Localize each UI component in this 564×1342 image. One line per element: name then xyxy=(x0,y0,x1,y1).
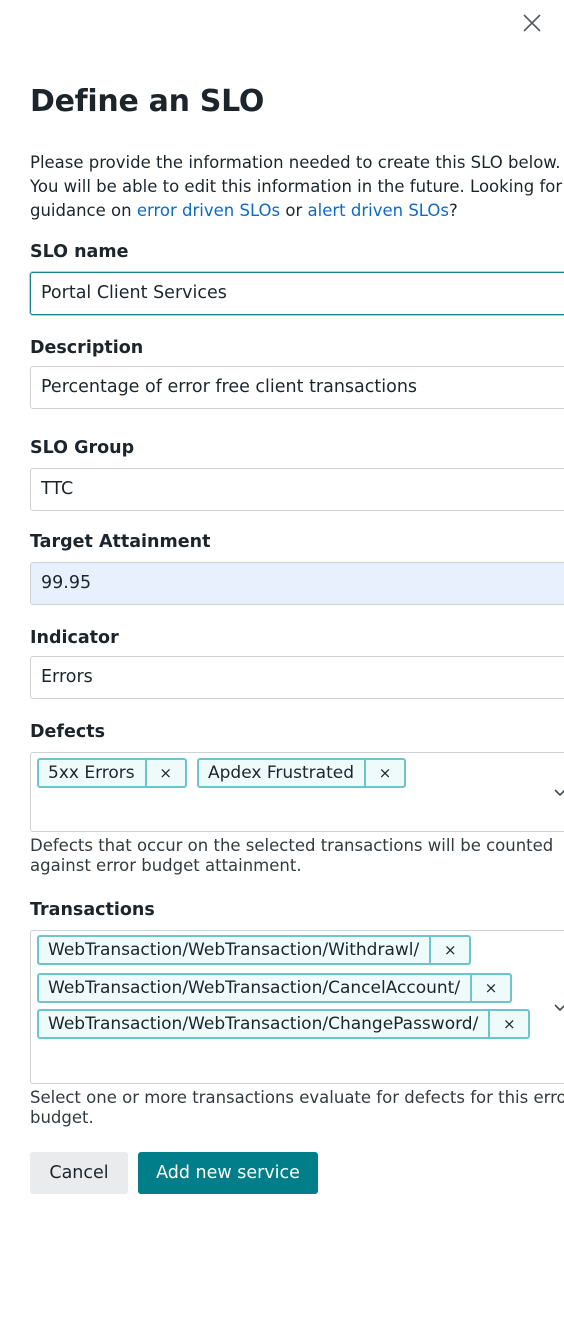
defects-hint-line-1: Defects that occur on the selected trans… xyxy=(30,836,554,855)
defects-label: Defects xyxy=(30,722,106,742)
defect-tag-label: Apdex Frustrated xyxy=(208,763,354,783)
dialog-title: Define an SLO xyxy=(30,84,265,119)
defects-hint: Defects that occur on the selected trans… xyxy=(30,836,564,876)
cancel-button[interactable]: Cancel xyxy=(30,1152,128,1194)
dialog-intro: Please provide the information needed to… xyxy=(30,151,564,223)
close-button[interactable] xyxy=(519,10,545,36)
alert-driven-slos-link[interactable]: alert driven SLOs xyxy=(308,201,449,220)
target-attainment-input[interactable]: 99.95 xyxy=(30,562,564,605)
transactions-hint: Select one or more transactions evaluate… xyxy=(30,1088,564,1128)
transactions-label: Transactions xyxy=(30,900,155,920)
defect-tag: Apdex Frustrated × xyxy=(197,758,406,788)
transactions-hint-line-2: budget. xyxy=(30,1108,94,1127)
transaction-tag-label: WebTransaction/WebTransaction/ChangePass… xyxy=(48,1014,479,1034)
transaction-tag-remove-button[interactable]: × xyxy=(470,975,510,1001)
indicator-label: Indicator xyxy=(30,628,119,648)
defect-tag-remove-button[interactable]: × xyxy=(364,760,404,786)
intro-line-3-suffix: ? xyxy=(448,201,458,220)
transactions-multiselect[interactable]: WebTransaction/WebTransaction/Withdrawl/… xyxy=(30,930,564,1084)
transactions-hint-line-1: Select one or more transactions evaluate… xyxy=(30,1088,564,1107)
indicator-select[interactable]: Errors xyxy=(30,656,564,699)
slo-group-input[interactable]: TTC xyxy=(30,468,564,511)
description-label: Description xyxy=(30,338,144,358)
intro-line-2: You will be able to edit this informatio… xyxy=(30,177,563,196)
transaction-tag: WebTransaction/WebTransaction/Withdrawl/… xyxy=(37,935,472,965)
description-input[interactable]: Percentage of error free client transact… xyxy=(30,366,564,409)
defect-tag-remove-button[interactable]: × xyxy=(144,760,185,786)
slo-dialog: Define an SLO Please provide the informa… xyxy=(0,0,564,1342)
defects-hint-line-2: against error budget attainment. xyxy=(30,856,302,875)
transaction-tag-remove-button[interactable]: × xyxy=(488,1011,528,1037)
defects-multiselect[interactable]: 5xx Errors × Apdex Frustrated × xyxy=(30,752,564,832)
intro-line-3-prefix: guidance on xyxy=(30,201,137,220)
defect-tag: 5xx Errors × xyxy=(37,758,187,788)
close-icon xyxy=(523,14,541,32)
error-driven-slos-link[interactable]: error driven SLOs xyxy=(137,201,280,220)
intro-line-1: Please provide the information needed to… xyxy=(30,153,561,172)
transaction-tag-label: WebTransaction/WebTransaction/Withdrawl/ xyxy=(48,940,420,960)
transaction-tag: WebTransaction/WebTransaction/ChangePass… xyxy=(37,1009,531,1039)
defect-tag-label: 5xx Errors xyxy=(48,763,135,783)
chevron-down-icon[interactable] xyxy=(553,1003,564,1013)
target-attainment-label: Target Attainment xyxy=(30,532,211,552)
transaction-tag-label: WebTransaction/WebTransaction/CancelAcco… xyxy=(48,978,461,998)
slo-group-label: SLO Group xyxy=(30,438,135,458)
slo-name-label: SLO name xyxy=(30,242,129,262)
add-new-service-button[interactable]: Add new service xyxy=(138,1152,318,1194)
transaction-tag-remove-button[interactable]: × xyxy=(429,937,469,963)
chevron-down-icon[interactable] xyxy=(553,788,564,798)
transaction-tag: WebTransaction/WebTransaction/CancelAcco… xyxy=(37,973,513,1003)
intro-line-3-middle: or xyxy=(280,201,308,220)
slo-name-input[interactable]: Portal Client Services xyxy=(30,272,564,315)
